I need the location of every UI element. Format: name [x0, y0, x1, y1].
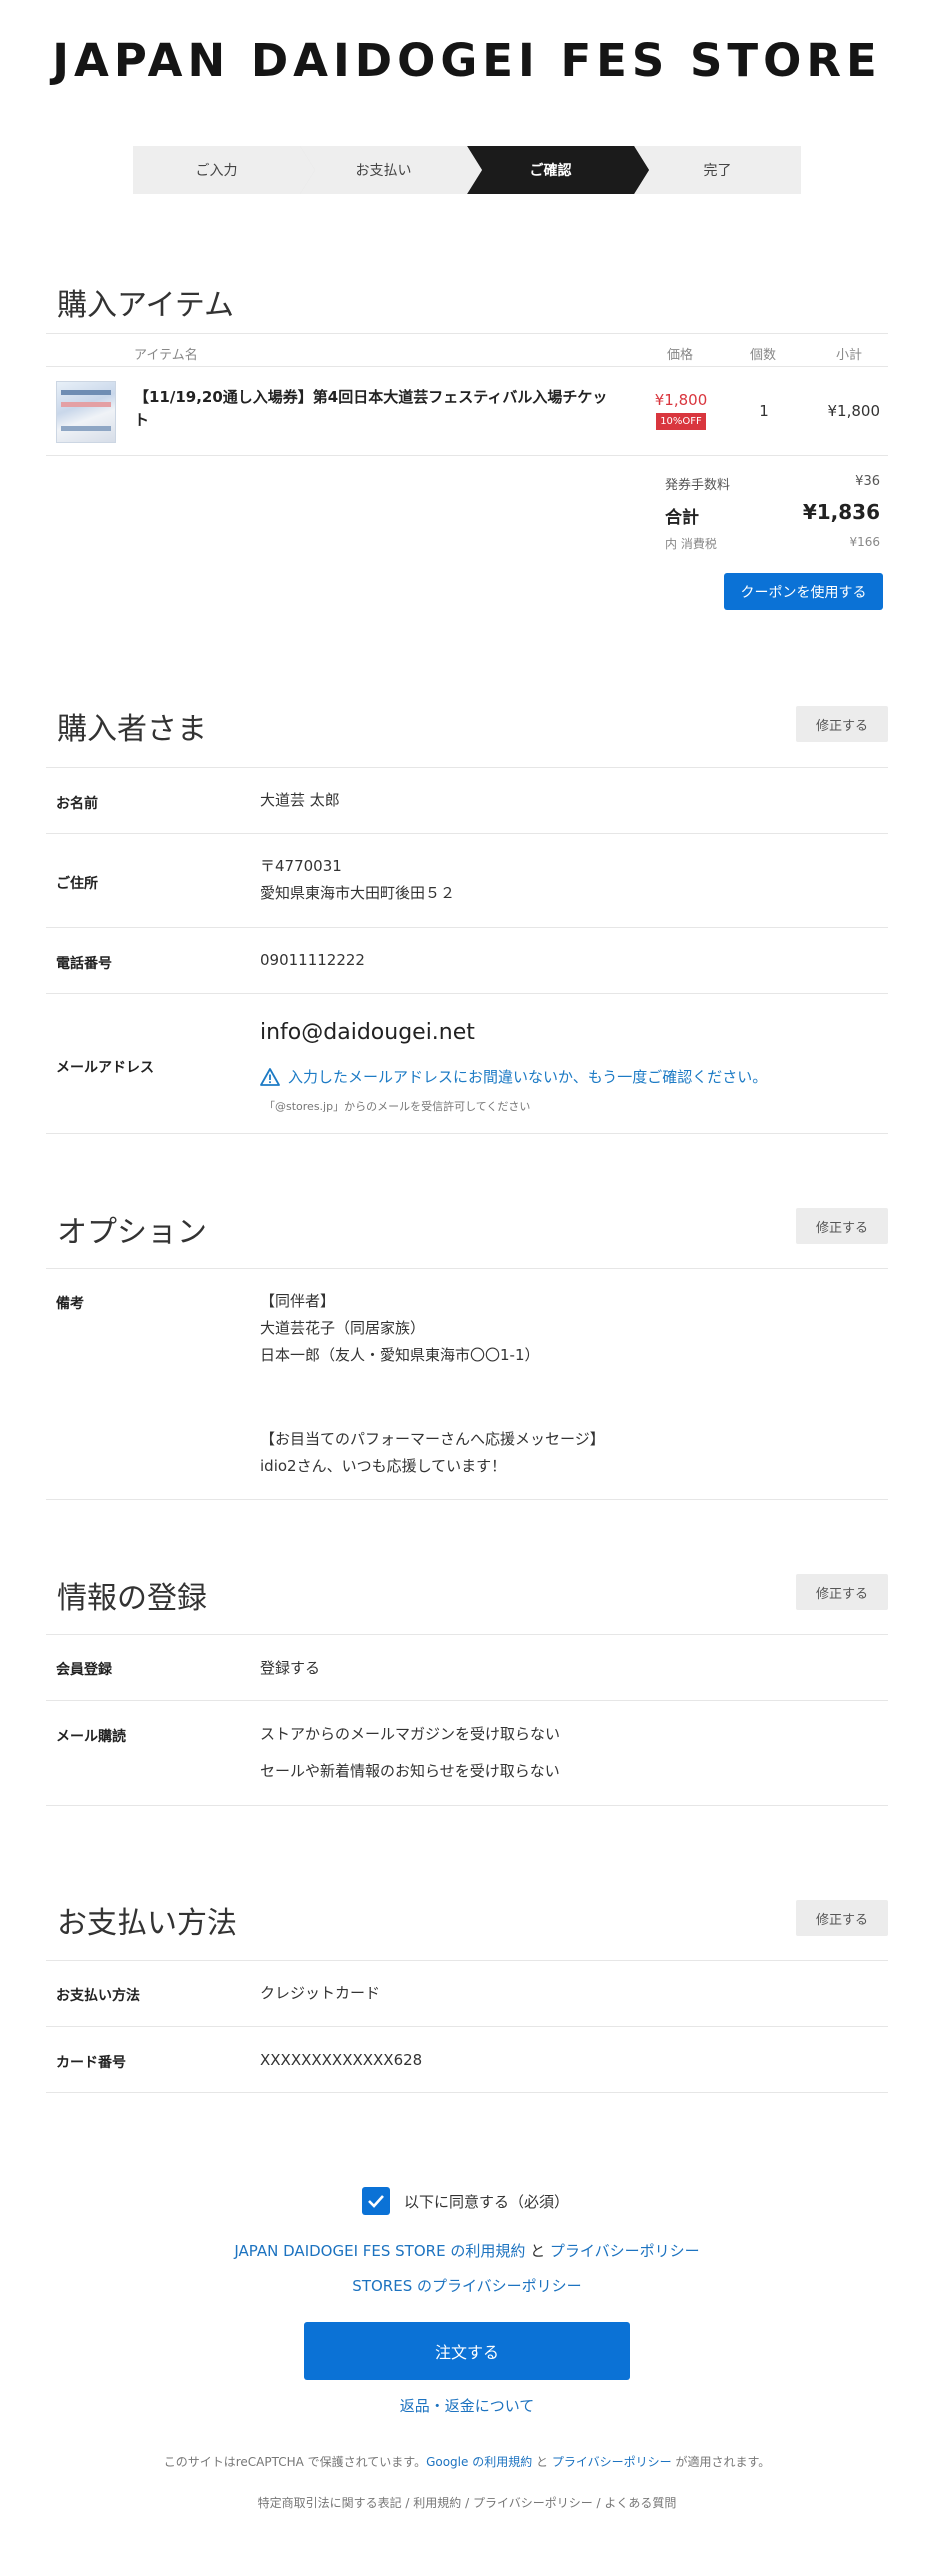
card-number-label: カード番号: [56, 2055, 126, 2071]
place-order-button[interactable]: 注文する: [304, 2322, 630, 2380]
checkout-steps: ご入力 お支払い ご確認 完了: [133, 146, 801, 194]
tax-value: ¥166: [849, 535, 880, 549]
check-icon: [368, 2195, 384, 2208]
and-text: と: [530, 2242, 546, 2260]
payment-section-title: お支払い方法: [57, 1906, 237, 1941]
col-header-subtotal: 小計: [836, 348, 863, 363]
email-note: 「@stores.jp」からのメールを受信許可してください: [264, 1100, 531, 1113]
mail-label: メール購読: [56, 1729, 126, 1745]
terms-link[interactable]: JAPAN DAIDOGEI FES STORE の利用規約: [234, 2242, 525, 2260]
divider: [46, 1960, 888, 1961]
col-header-qty: 個数: [750, 348, 777, 363]
step-complete: 完了: [634, 146, 801, 194]
divider: [46, 833, 888, 834]
divider: [46, 333, 888, 334]
divider: [46, 1268, 888, 1269]
edit-registration-button[interactable]: 修正する: [796, 1574, 888, 1610]
divider: [46, 1805, 888, 1806]
email-warning: 入力したメールアドレスにお間違いないか、もう一度ご確認ください。: [260, 1066, 767, 1087]
footer-links[interactable]: 特定商取引法に関する表記 / 利用規約 / プライバシーポリシー / よくある質…: [0, 2494, 934, 2511]
item-qty: 1: [759, 402, 769, 420]
edit-buyer-button[interactable]: 修正する: [796, 706, 888, 742]
recaptcha-suffix: が適用されます。: [675, 2455, 771, 2469]
email-label: メールアドレス: [56, 1060, 154, 1076]
address-value: 愛知県東海市大田町後田５２: [260, 884, 456, 902]
divider: [46, 993, 888, 994]
checkout-page: JAPAN DAIDOGEI FES STORE ご入力 お支払い ご確認 完了…: [0, 0, 934, 2560]
remarks-line: 大道芸花子（同居家族）: [260, 1319, 426, 1337]
total-value: ¥1,836: [802, 500, 880, 524]
tax-label: 内 消費税: [665, 537, 717, 551]
divider: [46, 927, 888, 928]
member-label: 会員登録: [56, 1662, 112, 1678]
google-privacy-link[interactable]: プライバシーポリシー: [552, 2455, 672, 2469]
registration-section-title: 情報の登録: [57, 1581, 207, 1616]
item-name: 【11/19,20通し入場券】第4回日本大道芸フェスティバル入場チケット: [134, 388, 608, 429]
recaptcha-prefix: このサイトはreCAPTCHA で保護されています。: [163, 2455, 427, 2469]
agree-checkbox[interactable]: [362, 2187, 390, 2215]
phone-value: 09011112222: [260, 951, 365, 969]
step-confirm: ご確認: [467, 146, 649, 194]
refund-link[interactable]: 返品・返金について: [0, 2395, 934, 2416]
use-coupon-button[interactable]: クーポンを使用する: [724, 573, 883, 610]
item-thumbnail: [56, 381, 116, 443]
recaptcha-and: と: [536, 2455, 549, 2469]
warning-icon: [260, 1067, 280, 1086]
remarks-line: 日本一郎（友人・愛知県東海市〇〇1-1）: [260, 1346, 540, 1364]
items-section-title: 購入アイテム: [57, 288, 234, 323]
divider: [46, 1700, 888, 1701]
edit-options-button[interactable]: 修正する: [796, 1208, 888, 1244]
remarks-line: 【同伴者】: [260, 1292, 336, 1310]
store-title: JAPAN DAIDOGEI FES STORE: [52, 34, 882, 87]
col-header-price: 価格: [667, 348, 694, 363]
google-terms-link[interactable]: Google の利用規約: [426, 2455, 532, 2469]
divider: [46, 455, 888, 456]
edit-payment-button[interactable]: 修正する: [796, 1900, 888, 1936]
divider: [46, 1499, 888, 1500]
buyer-section-title: 購入者さま: [57, 712, 207, 747]
postal-code: 〒4770031: [260, 857, 342, 875]
remarks-label: 備考: [56, 1296, 84, 1312]
divider: [46, 2026, 888, 2027]
terms-links: JAPAN DAIDOGEI FES STORE の利用規約 と プライバシーポ…: [0, 2240, 934, 2261]
card-number-value: XXXXXXXXXXXXX628: [260, 2051, 423, 2069]
step-payment: お支払い: [300, 146, 482, 194]
remarks-line: 【お目当てのパフォーマーさんへ応援メッセージ】: [260, 1430, 605, 1448]
agree-checkbox-row[interactable]: 以下に同意する（必須）: [362, 2187, 569, 2215]
fee-label: 発券手数料: [665, 478, 731, 493]
agree-label: 以下に同意する（必須）: [404, 2192, 570, 2211]
divider: [46, 1133, 888, 1134]
col-header-name: アイテム名: [134, 348, 198, 363]
stores-privacy-link[interactable]: STORES のプライバシーポリシー: [352, 2277, 581, 2295]
email-warning-text: 入力したメールアドレスにお間違いないか、もう一度ご確認ください。: [288, 1068, 768, 1086]
member-value: 登録する: [260, 1659, 321, 1677]
divider: [46, 767, 888, 768]
recaptcha-notice: このサイトはreCAPTCHA で保護されています。Google の利用規約 と…: [0, 2453, 934, 2470]
discount-badge: 10%OFF: [656, 413, 706, 430]
phone-label: 電話番号: [56, 956, 112, 972]
divider: [46, 366, 888, 367]
payment-method-label: お支払い方法: [56, 1988, 140, 2004]
payment-method-value: クレジットカード: [260, 1984, 381, 2002]
item-price: ¥1,800: [654, 391, 708, 409]
email-value: info@daidougei.net: [260, 1020, 475, 1045]
options-section-title: オプション: [57, 1215, 207, 1250]
name-label: お名前: [56, 796, 98, 812]
name-value: 大道芸 太郎: [260, 791, 340, 809]
step-input: ご入力: [133, 146, 315, 194]
privacy-link[interactable]: プライバシーポリシー: [550, 2242, 700, 2260]
address-label: ご住所: [56, 876, 98, 892]
stores-privacy-row: STORES のプライバシーポリシー: [0, 2275, 934, 2296]
divider: [46, 2092, 888, 2093]
divider: [46, 1634, 888, 1635]
mail-value: セールや新着情報のお知らせを受け取らない: [260, 1762, 560, 1780]
remarks-line: idio2さん、いつも応援しています！: [260, 1457, 507, 1475]
mail-value: ストアからのメールマガジンを受け取らない: [260, 1725, 561, 1743]
fee-value: ¥36: [855, 474, 880, 489]
total-label: 合計: [665, 508, 699, 528]
item-subtotal: ¥1,800: [827, 402, 881, 420]
